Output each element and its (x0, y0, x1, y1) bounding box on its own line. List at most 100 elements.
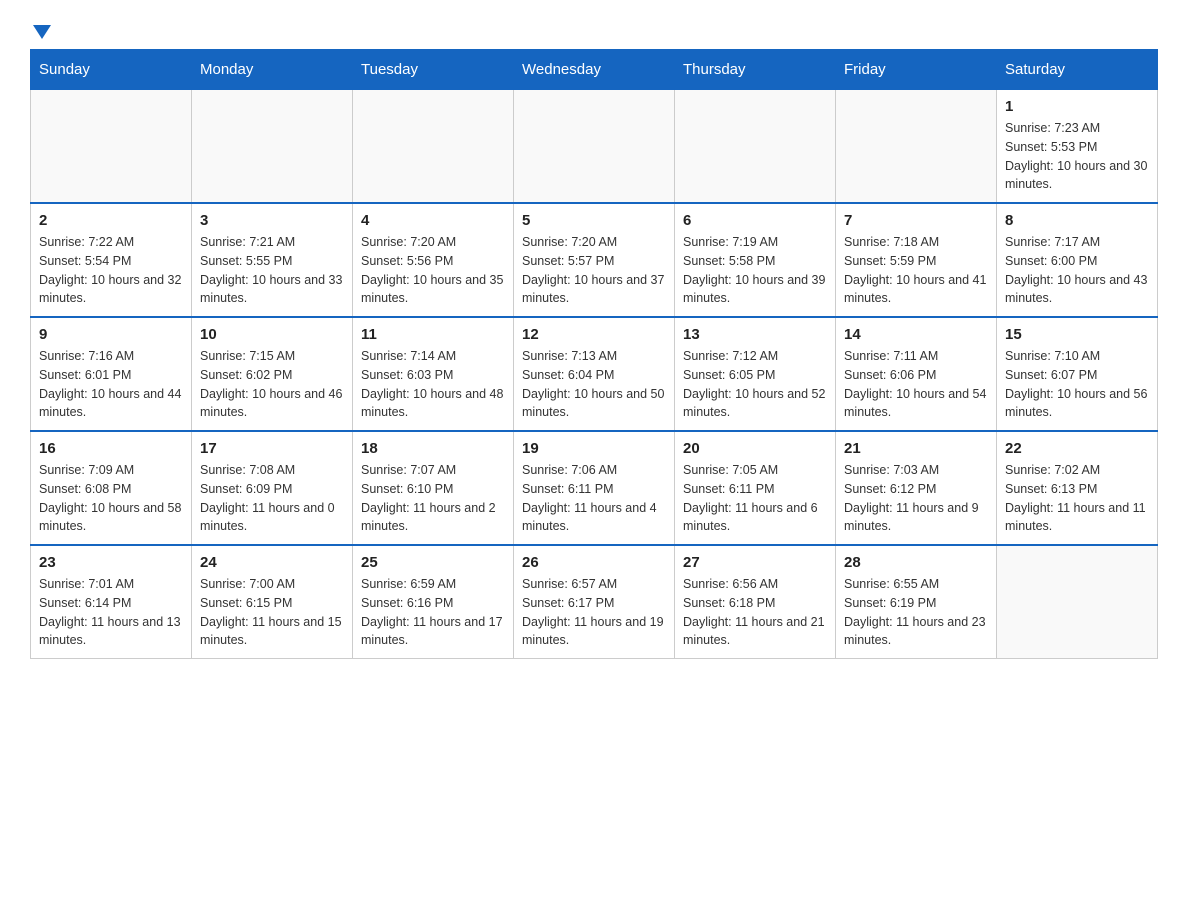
weekday-header-monday: Monday (192, 50, 353, 89)
calendar-cell (836, 89, 997, 203)
day-info: Sunrise: 6:59 AMSunset: 6:16 PMDaylight:… (361, 575, 505, 650)
calendar-cell: 6 Sunrise: 7:19 AMSunset: 5:58 PMDaylight… (675, 203, 836, 317)
day-number: 24 (200, 554, 344, 571)
day-info: Sunrise: 7:22 AMSunset: 5:54 PMDaylight:… (39, 233, 183, 308)
day-info: Sunrise: 7:14 AMSunset: 6:03 PMDaylight:… (361, 347, 505, 422)
day-number: 13 (683, 326, 827, 343)
calendar-cell: 21Sunrise: 7:03 AMSunset: 6:12 PMDayligh… (836, 431, 997, 545)
day-number: 10 (200, 326, 344, 343)
day-number: 26 (522, 554, 666, 571)
calendar-cell: 17 Sunrise: 7:08 AMSunset: 6:09 PMDayligh… (192, 431, 353, 545)
day-info: Sunrise: 6:56 AMSunset: 6:18 PMDaylight:… (683, 575, 827, 650)
weekday-header-wednesday: Wednesday (514, 50, 675, 89)
weekday-header-friday: Friday (836, 50, 997, 89)
calendar-cell: 2 Sunrise: 7:22 AMSunset: 5:54 PMDaylight… (31, 203, 192, 317)
calendar-cell: 7 Sunrise: 7:18 AMSunset: 5:59 PMDaylight… (836, 203, 997, 317)
calendar-cell: 13 Sunrise: 7:12 AMSunset: 6:05 PMDayligh… (675, 317, 836, 431)
day-info: Sunrise: 7:19 AMSunset: 5:58 PMDaylight:… (683, 233, 827, 308)
calendar-cell (31, 89, 192, 203)
day-info: Sunrise: 7:23 AMSunset: 5:53 PMDaylight:… (1005, 119, 1149, 194)
day-info: Sunrise: 7:02 AMSunset: 6:13 PMDaylight:… (1005, 461, 1149, 536)
calendar-cell: 25 Sunrise: 6:59 AMSunset: 6:16 PMDayligh… (353, 545, 514, 659)
day-number: 2 (39, 212, 183, 229)
day-number: 14 (844, 326, 988, 343)
calendar-week-5: 23 Sunrise: 7:01 AMSunset: 6:14 PMDayligh… (31, 545, 1158, 659)
day-number: 19 (522, 440, 666, 457)
day-info: Sunrise: 7:07 AMSunset: 6:10 PMDaylight:… (361, 461, 505, 536)
calendar-cell: 4 Sunrise: 7:20 AMSunset: 5:56 PMDaylight… (353, 203, 514, 317)
calendar-week-1: 1 Sunrise: 7:23 AMSunset: 5:53 PMDaylight… (31, 89, 1158, 203)
calendar-cell: 1 Sunrise: 7:23 AMSunset: 5:53 PMDaylight… (997, 89, 1158, 203)
calendar-cell: 3 Sunrise: 7:21 AMSunset: 5:55 PMDaylight… (192, 203, 353, 317)
calendar-cell: 27 Sunrise: 6:56 AMSunset: 6:18 PMDayligh… (675, 545, 836, 659)
day-info: Sunrise: 7:09 AMSunset: 6:08 PMDaylight:… (39, 461, 183, 536)
calendar-cell: 23 Sunrise: 7:01 AMSunset: 6:14 PMDayligh… (31, 545, 192, 659)
calendar-cell: 26 Sunrise: 6:57 AMSunset: 6:17 PMDayligh… (514, 545, 675, 659)
day-number: 21 (844, 440, 988, 457)
day-number: 18 (361, 440, 505, 457)
day-number: 5 (522, 212, 666, 229)
page-header (30, 20, 1158, 39)
day-number: 3 (200, 212, 344, 229)
calendar-cell: 15Sunrise: 7:10 AMSunset: 6:07 PMDayligh… (997, 317, 1158, 431)
calendar-week-4: 16 Sunrise: 7:09 AMSunset: 6:08 PMDayligh… (31, 431, 1158, 545)
calendar-cell (514, 89, 675, 203)
day-number: 1 (1005, 98, 1149, 115)
calendar-cell (353, 89, 514, 203)
calendar-cell: 18 Sunrise: 7:07 AMSunset: 6:10 PMDayligh… (353, 431, 514, 545)
day-info: Sunrise: 7:08 AMSunset: 6:09 PMDaylight:… (200, 461, 344, 536)
calendar-cell: 12 Sunrise: 7:13 AMSunset: 6:04 PMDayligh… (514, 317, 675, 431)
day-number: 16 (39, 440, 183, 457)
day-number: 22 (1005, 440, 1149, 457)
day-info: Sunrise: 7:20 AMSunset: 5:57 PMDaylight:… (522, 233, 666, 308)
calendar-cell: 8 Sunrise: 7:17 AMSunset: 6:00 PMDaylight… (997, 203, 1158, 317)
day-number: 8 (1005, 212, 1149, 229)
day-number: 27 (683, 554, 827, 571)
day-info: Sunrise: 7:12 AMSunset: 6:05 PMDaylight:… (683, 347, 827, 422)
day-info: Sunrise: 7:00 AMSunset: 6:15 PMDaylight:… (200, 575, 344, 650)
calendar-cell (675, 89, 836, 203)
day-info: Sunrise: 7:15 AMSunset: 6:02 PMDaylight:… (200, 347, 344, 422)
calendar-cell: 9Sunrise: 7:16 AMSunset: 6:01 PMDaylight… (31, 317, 192, 431)
logo-triangle-icon (33, 25, 51, 39)
logo (30, 20, 51, 39)
calendar-cell: 5 Sunrise: 7:20 AMSunset: 5:57 PMDaylight… (514, 203, 675, 317)
day-info: Sunrise: 7:13 AMSunset: 6:04 PMDaylight:… (522, 347, 666, 422)
weekday-header-saturday: Saturday (997, 50, 1158, 89)
calendar-cell: 10 Sunrise: 7:15 AMSunset: 6:02 PMDayligh… (192, 317, 353, 431)
day-number: 7 (844, 212, 988, 229)
day-info: Sunrise: 7:06 AMSunset: 6:11 PMDaylight:… (522, 461, 666, 536)
day-info: Sunrise: 7:01 AMSunset: 6:14 PMDaylight:… (39, 575, 183, 650)
calendar-cell: 20 Sunrise: 7:05 AMSunset: 6:11 PMDayligh… (675, 431, 836, 545)
day-number: 12 (522, 326, 666, 343)
day-number: 25 (361, 554, 505, 571)
calendar-table: SundayMondayTuesdayWednesdayThursdayFrid… (30, 49, 1158, 659)
calendar-cell: 28Sunrise: 6:55 AMSunset: 6:19 PMDayligh… (836, 545, 997, 659)
weekday-header-tuesday: Tuesday (353, 50, 514, 89)
day-info: Sunrise: 7:11 AMSunset: 6:06 PMDaylight:… (844, 347, 988, 422)
day-info: Sunrise: 7:21 AMSunset: 5:55 PMDaylight:… (200, 233, 344, 308)
day-info: Sunrise: 7:20 AMSunset: 5:56 PMDaylight:… (361, 233, 505, 308)
day-number: 20 (683, 440, 827, 457)
calendar-cell: 14 Sunrise: 7:11 AMSunset: 6:06 PMDayligh… (836, 317, 997, 431)
calendar-week-3: 9Sunrise: 7:16 AMSunset: 6:01 PMDaylight… (31, 317, 1158, 431)
day-number: 23 (39, 554, 183, 571)
day-info: Sunrise: 7:05 AMSunset: 6:11 PMDaylight:… (683, 461, 827, 536)
day-number: 6 (683, 212, 827, 229)
day-info: Sunrise: 6:57 AMSunset: 6:17 PMDaylight:… (522, 575, 666, 650)
day-info: Sunrise: 7:18 AMSunset: 5:59 PMDaylight:… (844, 233, 988, 308)
calendar-cell: 16 Sunrise: 7:09 AMSunset: 6:08 PMDayligh… (31, 431, 192, 545)
day-number: 4 (361, 212, 505, 229)
day-info: Sunrise: 7:10 AMSunset: 6:07 PMDaylight:… (1005, 347, 1149, 422)
calendar-cell (192, 89, 353, 203)
day-info: Sunrise: 7:17 AMSunset: 6:00 PMDaylight:… (1005, 233, 1149, 308)
calendar-week-2: 2 Sunrise: 7:22 AMSunset: 5:54 PMDaylight… (31, 203, 1158, 317)
weekday-header-thursday: Thursday (675, 50, 836, 89)
day-number: 28 (844, 554, 988, 571)
day-number: 9 (39, 326, 183, 343)
weekday-header-sunday: Sunday (31, 50, 192, 89)
calendar-cell (997, 545, 1158, 659)
day-number: 11 (361, 326, 505, 343)
weekday-header-row: SundayMondayTuesdayWednesdayThursdayFrid… (31, 50, 1158, 89)
day-number: 17 (200, 440, 344, 457)
